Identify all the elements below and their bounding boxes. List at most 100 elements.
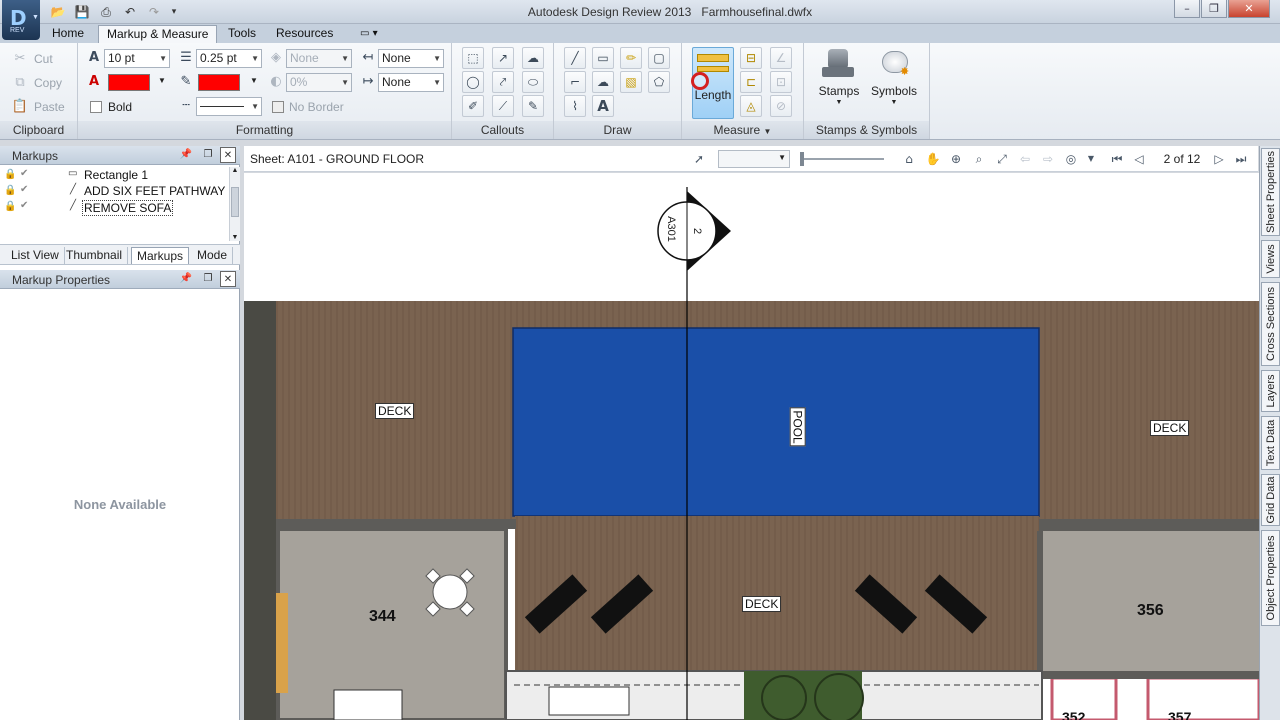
end-arrow-select[interactable]: None ▼ — [378, 73, 444, 92]
check-icon[interactable]: ✔ — [20, 184, 28, 195]
drawing-canvas[interactable]: A301 2 DECK POOL DECK DECK 344 356 352 3… — [244, 173, 1259, 720]
cut-button[interactable]: Cut — [34, 52, 53, 66]
zoom-slider-thumb[interactable] — [800, 152, 804, 166]
tab-tools[interactable]: Tools — [220, 25, 264, 43]
pin-icon[interactable]: 📌 — [178, 271, 194, 287]
markup-item[interactable]: 🔒 ✔ ▭ Rectangle 1 — [0, 168, 228, 184]
zoom-icon[interactable]: ⊕ — [947, 150, 965, 168]
maximize-button[interactable]: ❐ — [1201, 0, 1227, 18]
callout-note-icon[interactable]: ✎ — [522, 95, 544, 117]
markup-item[interactable]: 🔒 ✔ ╱ ADD SIX FEET PATHWAY — [0, 184, 228, 200]
close-pane-icon[interactable]: ✕ — [220, 271, 236, 287]
float-icon[interactable]: ❐ — [200, 271, 216, 287]
last-page-icon[interactable]: ⏭ — [1232, 150, 1250, 168]
draw-spring-icon[interactable]: ⌇ — [564, 95, 586, 117]
draw-pencil-icon[interactable]: ✏ — [620, 47, 642, 69]
check-icon[interactable]: ✔ — [20, 200, 28, 211]
line-weight-select[interactable]: 0.25 pt ▼ — [196, 49, 262, 68]
lock-icon[interactable]: 🔒 — [4, 185, 16, 196]
next-view-icon[interactable]: ⇨ — [1039, 150, 1057, 168]
copy-button[interactable]: Copy — [34, 76, 62, 90]
callout-polyline-icon[interactable]: ⤤ — [492, 71, 514, 93]
measure-triangle-icon[interactable]: ◬ — [740, 95, 762, 117]
close-button[interactable]: ✕ — [1228, 0, 1270, 18]
zoom-rectangle-icon[interactable]: ⌕ — [970, 150, 988, 168]
markup-item-selected[interactable]: 🔒 ✔ ╱ REMOVE SOFA — [0, 200, 228, 216]
scroll-down-icon[interactable]: ▼ — [230, 234, 240, 241]
pan-icon[interactable]: ✋ — [924, 150, 942, 168]
callout-circle-icon[interactable]: ◯ — [462, 71, 484, 93]
application-menu-button[interactable]: D REV ▼ — [2, 0, 40, 40]
tab-grid-data[interactable]: Grid Data — [1261, 474, 1280, 526]
callout-leader-icon[interactable]: ⟋ — [492, 95, 514, 117]
draw-highlight-icon[interactable]: ▧ — [620, 71, 642, 93]
scroll-up-icon[interactable]: ▲ — [230, 167, 240, 174]
text-color-swatch[interactable] — [108, 74, 150, 91]
tab-thumbnail[interactable]: Thumbnail — [61, 247, 129, 264]
fit-window-icon[interactable]: ⤢ — [993, 150, 1011, 168]
lock-icon[interactable]: 🔒 — [4, 201, 16, 212]
chevron-down-icon[interactable]: ▼ — [1082, 150, 1100, 168]
tab-markups[interactable]: Markups — [131, 247, 190, 264]
page-indicator[interactable]: 2 of 12 — [1156, 152, 1208, 166]
line-color-dropdown[interactable]: ▼ — [250, 76, 258, 85]
paste-button[interactable]: Paste — [34, 100, 65, 114]
minimize-button[interactable]: – — [1174, 0, 1200, 18]
callout-pen-icon[interactable]: ✐ — [462, 95, 484, 117]
lock-icon[interactable]: 🔒 — [4, 169, 16, 180]
no-border-checkbox[interactable] — [272, 101, 284, 113]
draw-polyline-icon[interactable]: ⌐ — [564, 71, 586, 93]
measure-perimeter-icon[interactable]: ⊡ — [770, 71, 792, 93]
measure-label[interactable]: Measure ▼ — [682, 121, 803, 139]
pin-icon[interactable]: 📌 — [178, 147, 194, 163]
symbols-button[interactable]: ✸ Symbols ▼ — [866, 47, 922, 117]
home-icon[interactable]: ⌂ — [900, 150, 918, 168]
bold-checkbox[interactable] — [90, 101, 102, 113]
start-arrow-select[interactable]: None ▼ — [378, 49, 444, 68]
draw-rounded-rect-icon[interactable]: ▢ — [648, 47, 670, 69]
tab-sheet-properties[interactable]: Sheet Properties — [1261, 148, 1280, 236]
line-style-select[interactable]: ▼ — [196, 97, 262, 116]
close-pane-icon[interactable]: ✕ — [220, 147, 236, 163]
select-cursor-icon[interactable]: ➚ — [690, 150, 708, 168]
callout-cloud-icon[interactable]: ☁ — [522, 47, 544, 69]
length-button[interactable]: Length — [691, 47, 734, 119]
fill-select[interactable]: None ▼ — [286, 49, 352, 68]
tab-mode[interactable]: Mode — [192, 247, 234, 264]
measure-clear-icon[interactable]: ⊘ — [770, 95, 792, 117]
measure-area-icon[interactable]: ⊏ — [740, 71, 762, 93]
draw-line-icon[interactable]: ╱ — [564, 47, 586, 69]
measure-angle-icon[interactable]: ∠ — [770, 47, 792, 69]
scroll-thumb[interactable] — [231, 187, 239, 217]
tab-home[interactable]: Home — [44, 25, 92, 43]
previous-page-icon[interactable]: ◁ — [1130, 150, 1148, 168]
text-color-dropdown[interactable]: ▼ — [158, 76, 166, 85]
callout-ellipse-icon[interactable]: ⬭ — [522, 71, 544, 93]
callout-rectangle-icon[interactable]: ⬚ — [462, 47, 484, 69]
font-size-select[interactable]: 10 pt ▼ — [104, 49, 170, 68]
check-icon[interactable]: ✔ — [20, 168, 28, 179]
zoom-level-select[interactable]: ▼ — [718, 150, 790, 168]
markups-scrollbar[interactable]: ▲ ▼ — [229, 167, 240, 241]
measure-distance-icon[interactable]: ⊟ — [740, 47, 762, 69]
float-icon[interactable]: ❐ — [200, 147, 216, 163]
tab-resources[interactable]: Resources — [268, 25, 341, 43]
tab-markup-measure[interactable]: Markup & Measure — [98, 25, 218, 43]
tab-text-data[interactable]: Text Data — [1261, 416, 1280, 470]
tab-list-view[interactable]: List View — [6, 247, 65, 264]
tab-cross-sections[interactable]: Cross Sections — [1261, 282, 1280, 366]
draw-polygon-icon[interactable]: ⬠ — [648, 71, 670, 93]
tab-layers[interactable]: Layers — [1261, 370, 1280, 412]
callout-arrow-icon[interactable]: ↗ — [492, 47, 514, 69]
zoom-slider[interactable] — [802, 158, 884, 160]
draw-cloud-icon[interactable]: ☁ — [592, 71, 614, 93]
tab-views[interactable]: Views — [1261, 240, 1280, 278]
next-page-icon[interactable]: ▷ — [1210, 150, 1228, 168]
line-color-swatch[interactable] — [198, 74, 240, 91]
first-page-icon[interactable]: ⏮ — [1108, 150, 1126, 168]
draw-rectangle-icon[interactable]: ▭ — [592, 47, 614, 69]
transparency-select[interactable]: 0% ▼ — [286, 73, 352, 92]
tab-object-properties[interactable]: Object Properties — [1261, 530, 1280, 626]
draw-text-icon[interactable]: A — [592, 95, 614, 117]
orbit-icon[interactable]: ◎ — [1062, 150, 1080, 168]
